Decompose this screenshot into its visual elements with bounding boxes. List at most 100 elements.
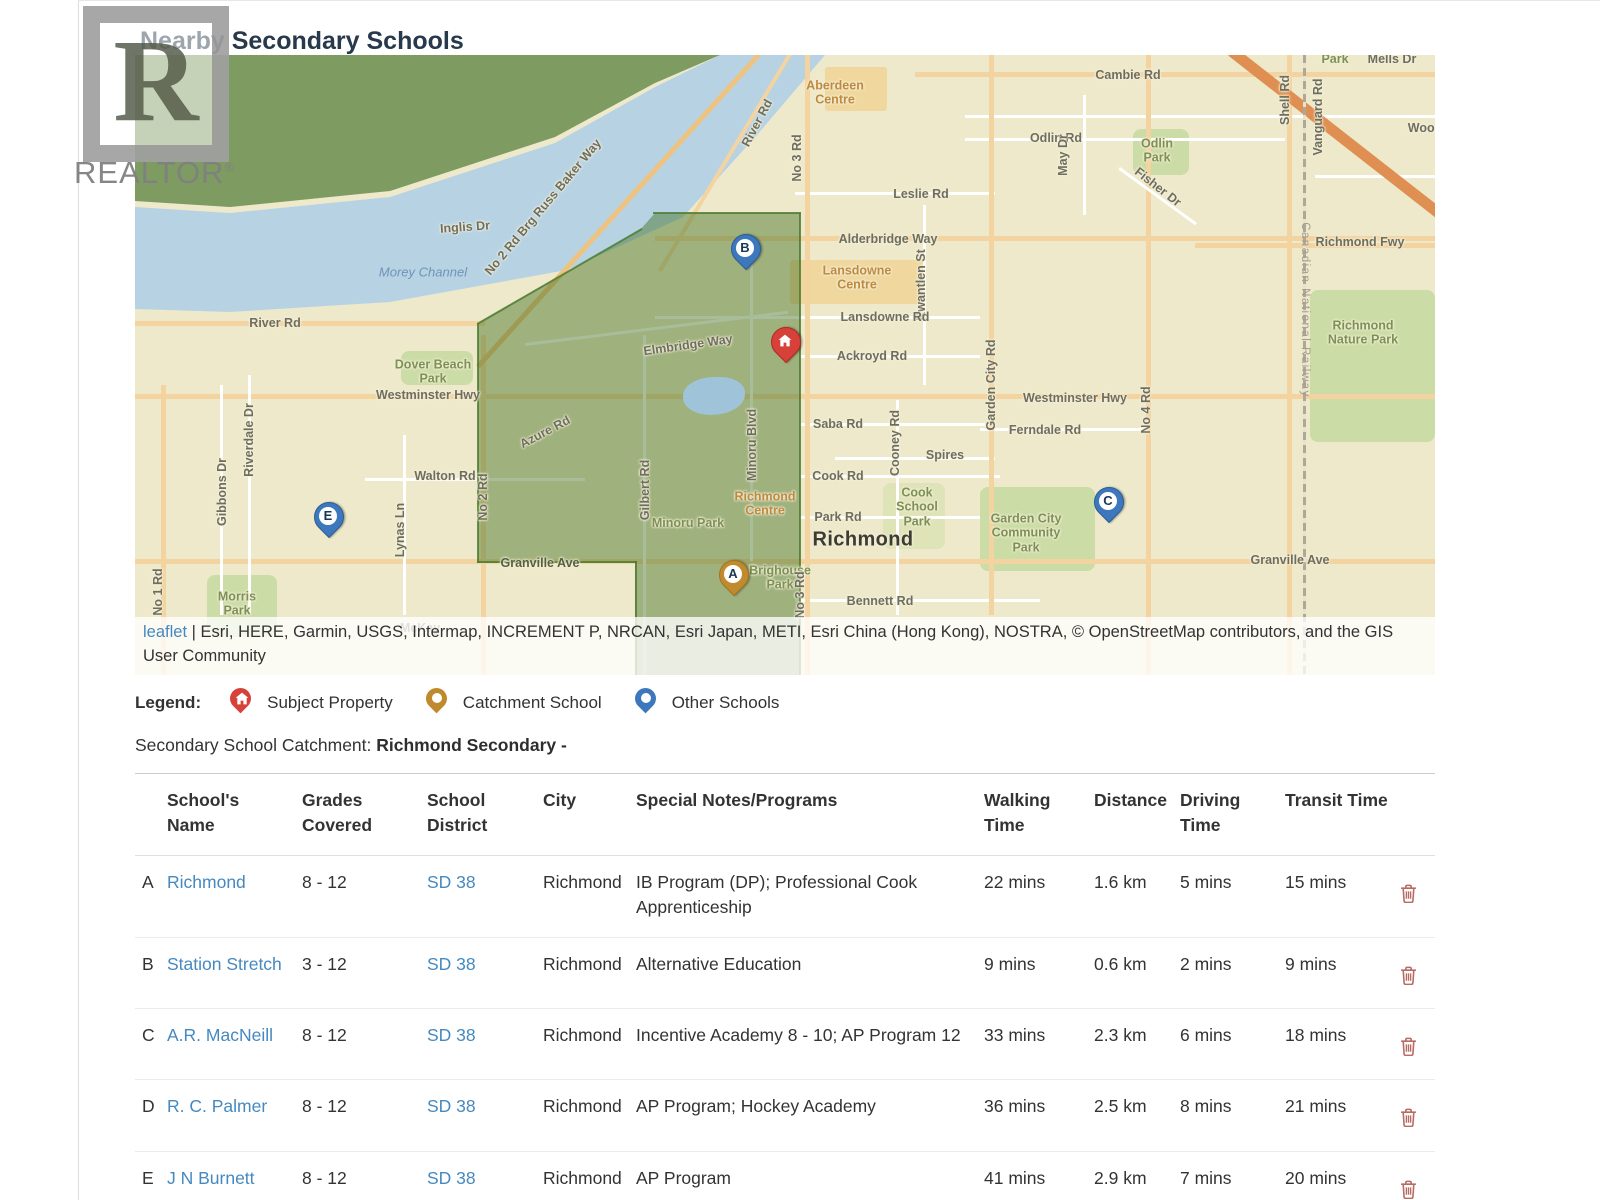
delete-school-button[interactable]	[1400, 874, 1417, 906]
header-letter-spacer	[135, 774, 167, 804]
distance: 1.6 km	[1094, 856, 1180, 911]
map-label: Granville Ave	[501, 556, 580, 570]
leaflet-link[interactable]: leaflet	[143, 623, 187, 641]
city: Richmond	[543, 1009, 636, 1064]
school-district-link[interactable]: SD 38	[427, 872, 476, 892]
map-label: Gilbert Rd	[638, 460, 652, 520]
delete-school-button[interactable]	[1400, 1027, 1417, 1059]
driving-time: 7 mins	[1180, 1152, 1285, 1200]
map-label: River Rd	[249, 316, 300, 330]
column-header: Driving Time	[1180, 774, 1285, 855]
map-label: Cook Rd	[812, 469, 863, 483]
map-label: Dover Beach Park	[392, 358, 474, 387]
school-name-link[interactable]: Station Stretch	[167, 954, 282, 974]
map-label: May Dr	[1056, 134, 1070, 176]
column-header: School District	[427, 774, 543, 855]
map-road	[965, 115, 1435, 118]
legend-item-catchment: Catchment School	[425, 686, 602, 720]
school-letter: A	[135, 856, 167, 911]
map-road	[1315, 175, 1435, 178]
map-label: Garden City Community Park	[980, 511, 1072, 554]
school-marker-C[interactable]: C	[1093, 485, 1123, 525]
school-name-link[interactable]: R. C. Palmer	[167, 1096, 267, 1116]
map-label: Granville Ave	[1251, 553, 1330, 567]
school-marker-B[interactable]: B	[730, 232, 760, 272]
grades-covered: 3 - 12	[302, 938, 427, 993]
special-notes: IB Program (DP); Professional Cook Appre…	[636, 856, 984, 937]
walking-time: 41 mins	[984, 1152, 1094, 1200]
map-label: Alderbridge Way	[839, 232, 938, 246]
map-label: Park Rd	[814, 510, 861, 524]
transit-time: 15 mins	[1285, 856, 1400, 911]
school-letter: D	[135, 1080, 167, 1135]
school-name-link[interactable]: J N Burnett	[167, 1168, 255, 1188]
school-district-link[interactable]: SD 38	[427, 954, 476, 974]
driving-time: 8 mins	[1180, 1080, 1285, 1135]
walking-time: 22 mins	[984, 856, 1094, 911]
column-header: Distance	[1094, 774, 1180, 829]
transit-time: 9 mins	[1285, 938, 1400, 993]
city: Richmond	[543, 1080, 636, 1135]
delete-school-button[interactable]	[1400, 1170, 1417, 1200]
school-marker-E[interactable]: E	[313, 500, 343, 540]
catchment-school-name: Richmond Secondary -	[376, 735, 567, 755]
map-label: Shell Rd	[1278, 75, 1292, 125]
grades-covered: 8 - 12	[302, 1152, 427, 1200]
map-road	[1083, 95, 1086, 215]
legend-item-other: Other Schools	[634, 686, 780, 720]
map-label: Minoru Park	[652, 516, 724, 530]
legend-caption: Legend:	[135, 693, 201, 713]
map-label: Morris Park	[211, 590, 263, 619]
map-label: Gibbons Dr	[215, 458, 229, 526]
table-row: BStation Stretch3 - 12SD 38RichmondAlter…	[135, 937, 1435, 1008]
school-name-link[interactable]: Richmond	[167, 872, 246, 892]
schools-map[interactable]: Inglis DrMorey ChannelNo 2 Rd Brg Russ B…	[135, 55, 1435, 675]
map-label: Lansdowne Rd	[841, 310, 930, 324]
map-label: Cambie Rd	[1095, 68, 1160, 82]
school-district-link[interactable]: SD 38	[427, 1096, 476, 1116]
grades-covered: 8 - 12	[302, 1080, 427, 1135]
delete-school-button[interactable]	[1400, 956, 1417, 988]
map-label: Aberdeen Centre	[793, 79, 877, 108]
map-label: Richmond Fwy	[1316, 235, 1405, 249]
other-pin-icon	[634, 686, 658, 720]
special-notes: AP Program; Hockey Academy	[636, 1080, 984, 1135]
trash-icon	[1400, 891, 1417, 906]
table-row: DR. C. Palmer 8 - 12SD 38 RichmondAP Progr…	[135, 1079, 1435, 1150]
school-district-link[interactable]: SD 38	[427, 1168, 476, 1188]
map-label: Westminster Hwy	[376, 388, 480, 402]
school-marker-A[interactable]: A	[718, 558, 748, 598]
school-letter: B	[135, 938, 167, 993]
grades-covered: 8 - 12	[302, 1009, 427, 1064]
school-district-link[interactable]: SD 38	[427, 1025, 476, 1045]
map-label: Lynas Ln	[393, 503, 407, 557]
delete-school-button[interactable]	[1400, 1098, 1417, 1130]
schools-table: School's NameGrades CoveredSchool Distri…	[135, 773, 1435, 1200]
map-label: Walton Rd	[414, 469, 475, 483]
table-row: ARichmond8 - 12SD 38RichmondIB Program (…	[135, 856, 1435, 937]
school-name-link[interactable]: A.R. MacNeill	[167, 1025, 273, 1045]
map-label: Richmond Centre	[724, 490, 806, 519]
map-label: Ferndale Rd	[1009, 423, 1081, 437]
page-top-divider	[78, 0, 1600, 1]
map-label: No 3 Rd	[790, 134, 804, 181]
map-label: Minoru Blvd	[745, 409, 759, 481]
marker-letter: B	[736, 239, 754, 257]
map-label: Saba Rd	[813, 417, 863, 431]
special-notes: Alternative Education	[636, 938, 984, 993]
special-notes: AP Program	[636, 1152, 984, 1200]
map-label: Garden City Rd	[984, 340, 998, 431]
map-road	[1287, 55, 1292, 675]
driving-time: 2 mins	[1180, 938, 1285, 993]
distance: 2.5 km	[1094, 1080, 1180, 1135]
walking-time: 33 mins	[984, 1009, 1094, 1064]
legend-item-label: Catchment School	[463, 693, 602, 713]
map-road	[835, 457, 995, 460]
map-label: Richmond Nature Park	[1317, 319, 1409, 348]
map-road	[965, 138, 1285, 141]
table-header-row: School's NameGrades CoveredSchool Distri…	[135, 774, 1435, 856]
subject-property-marker[interactable]	[770, 325, 800, 365]
map-label: Leslie Rd	[893, 187, 949, 201]
map-label: Cook School Park	[888, 485, 946, 528]
school-letter: C	[135, 1009, 167, 1064]
